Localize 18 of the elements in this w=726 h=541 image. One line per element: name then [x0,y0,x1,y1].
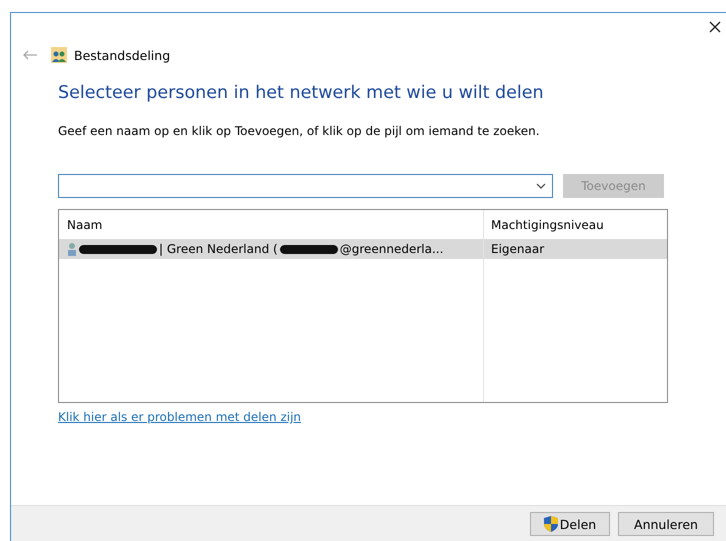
dialog-heading: Selecteer personen in het netwerk met wie u wilt delen [58,83,545,105]
redaction-scribble [280,244,338,254]
share-button[interactable]: Delen [530,512,610,536]
list-row[interactable]: | Green Nederland ( @greennederla... Eigenaar [59,239,667,259]
help-link[interactable]: Klik hier als er problemen met delen zijn [58,410,302,424]
people-icon [51,47,67,63]
user-name-text: | Green Nederland ( [159,242,278,256]
column-header[interactable]: Machtigingsniveau [484,210,667,239]
shield-icon [544,516,558,532]
cancel-button[interactable]: Annuleren [618,512,714,536]
caret-icon[interactable] [536,183,546,189]
permission-text: Eigenaar [491,242,544,256]
user-icon [67,242,77,256]
close-icon [709,21,721,33]
name-combo-box[interactable] [58,174,553,198]
window-title: Bestandsdeling [74,48,170,62]
user-email-text: @greennederla... [340,242,444,256]
instruction-text: Geef een naam op en klik op Toevoegen, of klik op de pijl om iemand te zoeken. [58,124,541,138]
